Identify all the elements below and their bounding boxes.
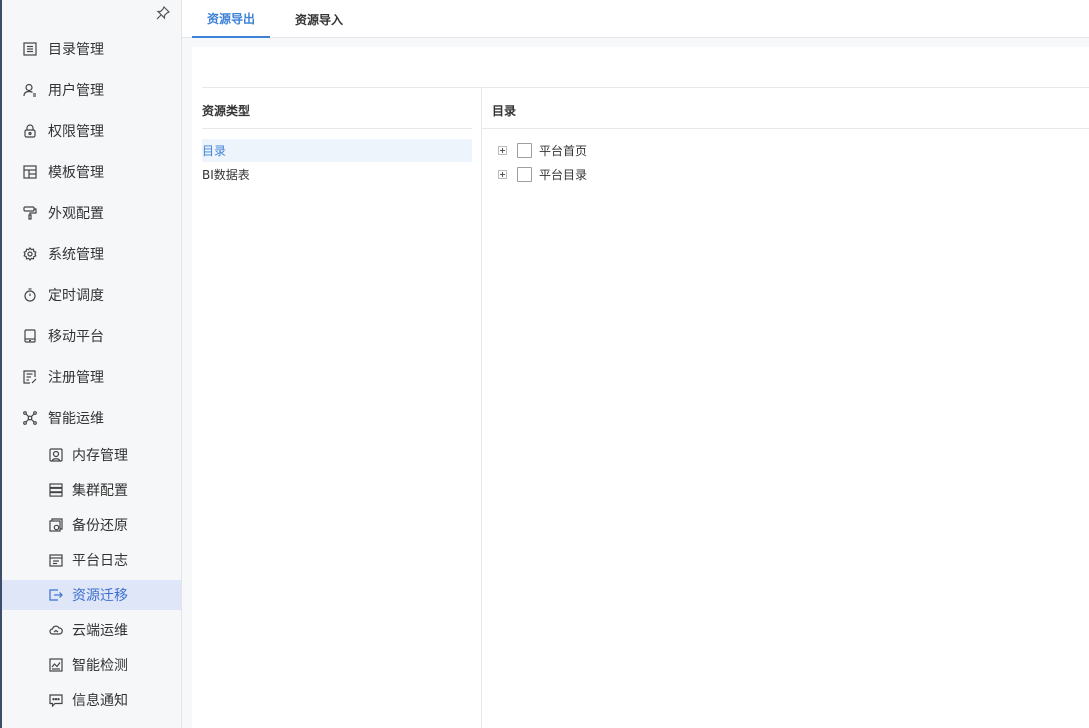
sidebar-subitem-detection[interactable]: 智能检测 [2,650,181,680]
monitor-icon [48,657,64,673]
gear-icon [22,246,38,262]
sidebar-item-label: 外观配置 [48,205,104,222]
sidebar-subitem-logs[interactable]: 平台日志 [2,545,181,575]
memory-icon [48,447,64,463]
sidebar-subitem-migrate[interactable]: 资源迁移 [2,580,181,610]
sidebar-item-templates[interactable]: 模板管理 [2,151,181,192]
sidebar-subitem-label: 备份还原 [72,518,128,534]
sidebar-item-label: 用户管理 [48,82,104,99]
sidebar-subitem-label: 智能检测 [72,658,128,674]
sidebar-subitem-label: 集群配置 [72,483,128,499]
sidebar-item-appearance[interactable]: 外观配置 [2,192,181,233]
user-icon [22,82,38,98]
main-area: 资源导出 资源导入 资源类型 目录 BI数据表 目录 平台首页 平台目录 [182,0,1089,728]
pin-icon[interactable] [155,5,171,21]
tree-node-checkbox[interactable] [517,142,532,158]
sidebar-item-permissions[interactable]: 权限管理 [2,110,181,151]
tab-export[interactable]: 资源导出 [192,0,270,38]
resource-type-catalog[interactable]: 目录 [202,139,472,162]
sidebar-subitem-label: 资源迁移 [72,588,128,604]
catalog-tree-panel: 目录 平台首页 平台目录 [482,88,1089,728]
sidebar-item-label: 智能运维 [48,410,104,427]
sidebar-item-label: 权限管理 [48,123,104,140]
register-icon [22,369,38,385]
cloud-icon [48,622,64,638]
sidebar-subitem-cloud[interactable]: 云端运维 [2,615,181,645]
template-icon [22,164,38,180]
server-stack-icon [48,482,64,498]
stopwatch-icon [22,287,38,303]
export-content: 资源类型 目录 BI数据表 目录 平台首页 平台目录 [192,47,1089,728]
sidebar-item-label: 模板管理 [48,164,104,181]
message-icon [48,692,64,708]
backup-icon [48,517,64,533]
network-icon [22,410,38,426]
tab-bar: 资源导出 资源导入 [182,0,1089,38]
resource-type-bi-table[interactable]: BI数据表 [202,163,472,186]
paint-roller-icon [22,205,38,221]
sidebar-item-mobile[interactable]: 移动平台 [2,315,181,356]
sidebar-subitem-memory[interactable]: 内存管理 [2,440,181,470]
tree-node-label[interactable]: 平台目录 [539,166,587,183]
sidebar-item-label: 注册管理 [48,369,104,386]
sidebar-item-label: 移动平台 [48,328,104,345]
resource-type-title: 资源类型 [202,104,251,118]
sidebar-subitem-label: 云端运维 [72,623,128,639]
sidebar-subitem-cluster[interactable]: 集群配置 [2,475,181,505]
expand-icon[interactable] [498,169,507,179]
sidebar-subitem-label: 信息通知 [72,693,128,709]
sidebar-item-register[interactable]: 注册管理 [2,356,181,397]
sidebar-item-system[interactable]: 系统管理 [2,233,181,274]
resource-type-panel: 资源类型 目录 BI数据表 [192,88,482,728]
panel-divider [202,128,472,129]
tree-node-label[interactable]: 平台首页 [539,142,587,159]
expand-icon[interactable] [498,145,507,155]
sidebar-subitem-notify[interactable]: 信息通知 [2,685,181,715]
sidebar-item-catalog[interactable]: 目录管理 [2,28,181,69]
sidebar-subitem-label: 内存管理 [72,448,128,464]
sidebar-subitem-backup[interactable]: 备份还原 [2,510,181,540]
sidebar-item-label: 目录管理 [48,41,104,58]
tree-node: 平台目录 [498,163,587,185]
sidebar-item-label: 系统管理 [48,246,104,263]
sidebar-subitem-label: 平台日志 [72,553,128,569]
tab-import[interactable]: 资源导入 [280,0,358,38]
sidebar-item-users[interactable]: 用户管理 [2,69,181,110]
sidebar-item-schedule[interactable]: 定时调度 [2,274,181,315]
panel-divider [482,128,1089,129]
tree-node: 平台首页 [498,139,587,161]
catalog-tree-title: 目录 [492,104,517,118]
sidebar: 目录管理 用户管理 权限管理 模板管理 外观配置 系统管理 定时调度 移动平台 … [0,0,182,728]
migrate-icon [48,587,64,603]
sidebar-item-label: 定时调度 [48,287,104,304]
tablet-icon [22,328,38,344]
catalog-icon [22,41,38,57]
tree-node-checkbox[interactable] [517,166,532,182]
log-icon [48,552,64,568]
lock-icon [22,123,38,139]
sidebar-item-ops[interactable]: 智能运维 [2,397,181,438]
